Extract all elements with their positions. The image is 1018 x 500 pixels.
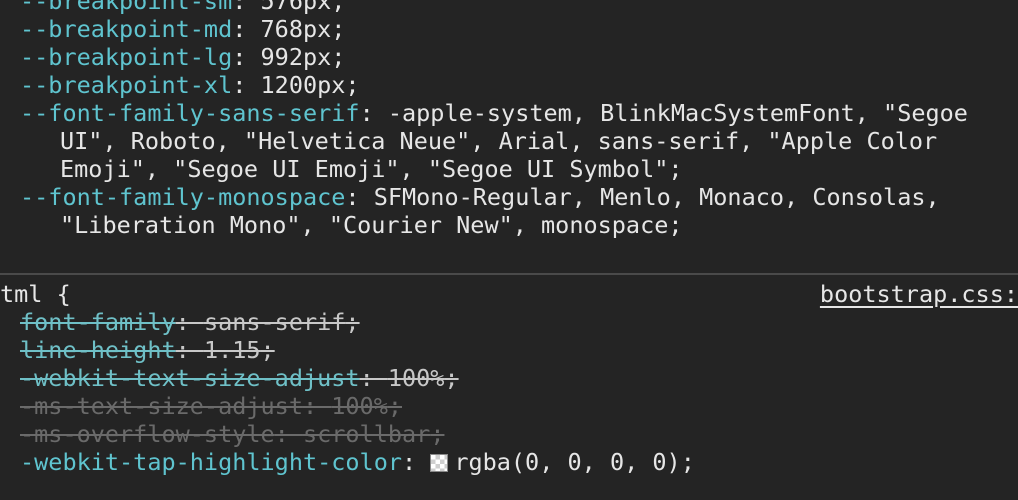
declaration-breakpoint-sm[interactable]: --breakpoint-sm: 576px; [0, 0, 1018, 15]
property-name[interactable]: --breakpoint-xl [20, 71, 232, 99]
property-value[interactable]: sans-serif [204, 308, 345, 336]
declaration-line-height[interactable]: line-height: 1.15; [0, 336, 1018, 364]
declaration-breakpoint-xl[interactable]: --breakpoint-xl: 1200px; [0, 71, 1018, 99]
declaration-ms-overflow-style[interactable]: -ms-overflow-style: scrollbar; [0, 420, 1018, 448]
property-value-line-1[interactable]: -apple-system, BlinkMacSystemFont, "Sego… [388, 99, 968, 127]
property-name[interactable]: -webkit-text-size-adjust [20, 364, 360, 392]
property-value[interactable]: 992px [261, 43, 332, 71]
property-name[interactable]: --breakpoint-sm [20, 0, 232, 15]
declaration-font-family-monospace[interactable]: --font-family-monospace: SFMono-Regular,… [0, 183, 1018, 211]
property-value-line-2[interactable]: "Liberation Mono", "Courier New", monosp… [60, 211, 683, 239]
value-continuation: "Liberation Mono", "Courier New", monosp… [0, 211, 1018, 239]
declaration-font-family[interactable]: font-family: sans-serif; [0, 308, 1018, 336]
property-name[interactable]: font-family [20, 308, 176, 336]
property-name[interactable]: --font-family-monospace [20, 183, 345, 211]
property-value-line-3[interactable]: Emoji", "Segoe UI Emoji", "Segoe UI Symb… [60, 155, 683, 183]
declaration-breakpoint-md[interactable]: --breakpoint-md: 768px; [0, 15, 1018, 43]
declaration-font-family-sans-serif[interactable]: --font-family-sans-serif: -apple-system,… [0, 99, 1018, 127]
property-value[interactable]: scrollbar [303, 420, 430, 448]
property-value[interactable]: 1.15 [204, 336, 261, 364]
property-name[interactable]: line-height [20, 336, 176, 364]
property-value[interactable]: rgba(0, 0, 0, 0) [454, 448, 680, 476]
stylesheet-source-link[interactable]: bootstrap.css: [820, 280, 1018, 308]
property-value[interactable]: 1200px [261, 71, 346, 99]
rule-header: tml { bootstrap.css: [0, 280, 1018, 308]
color-swatch-icon[interactable] [430, 454, 449, 472]
value-continuation: Emoji", "Segoe UI Emoji", "Segoe UI Symb… [0, 155, 1018, 183]
property-value[interactable]: 100% [388, 364, 445, 392]
styles-pane: --breakpoint-sm: 576px; --breakpoint-md:… [0, 0, 1018, 500]
property-value[interactable]: 576px [261, 0, 332, 15]
value-continuation: UI", Roboto, "Helvetica Neue", Arial, sa… [0, 127, 1018, 155]
property-name[interactable]: -webkit-tap-highlight-color [20, 448, 402, 476]
declaration-ms-text-size-adjust[interactable]: -ms-text-size-adjust: 100%; [0, 392, 1018, 420]
declaration-breakpoint-lg[interactable]: --breakpoint-lg: 992px; [0, 43, 1018, 71]
root-variables-block: --breakpoint-sm: 576px; --breakpoint-md:… [0, 0, 1018, 239]
rule-selector[interactable]: tml { [0, 280, 71, 308]
property-value[interactable]: 100% [331, 392, 388, 420]
declaration-webkit-text-size-adjust[interactable]: -webkit-text-size-adjust: 100%; [0, 364, 1018, 392]
declaration-webkit-tap-highlight-color[interactable]: -webkit-tap-highlight-color: rgba(0, 0, … [0, 448, 1018, 476]
property-name[interactable]: --breakpoint-md [20, 15, 232, 43]
property-name[interactable]: --font-family-sans-serif [20, 99, 360, 127]
property-value-line-2[interactable]: UI", Roboto, "Helvetica Neue", Arial, sa… [60, 127, 937, 155]
html-rule-block: tml { bootstrap.css: font-family: sans-s… [0, 280, 1018, 476]
property-value-line-1[interactable]: SFMono-Regular, Menlo, Monaco, Consolas, [374, 183, 940, 211]
rule-divider [0, 273, 1018, 275]
property-value[interactable]: 768px [261, 15, 332, 43]
property-name[interactable]: --breakpoint-lg [20, 43, 232, 71]
property-name[interactable]: -ms-overflow-style [20, 420, 275, 448]
property-name[interactable]: -ms-text-size-adjust [20, 392, 303, 420]
